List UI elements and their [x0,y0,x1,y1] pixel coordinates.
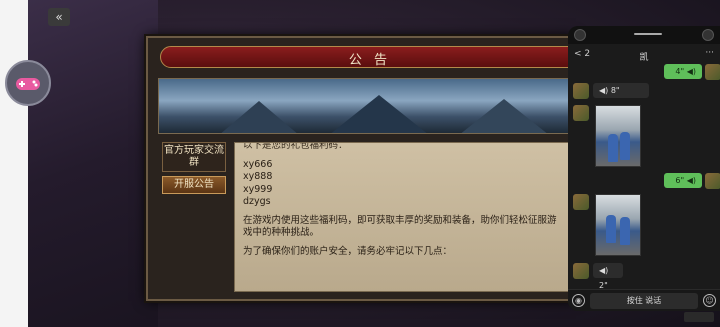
gift-codes: xy666 xy888 xy999 dzygs [243,159,565,209]
gift-code: xy666 [243,158,273,170]
gift-code: xy888 [243,171,273,182]
game-screen: « 公 告 官方玩家交流群 开服公告 以下是您的礼包福利码： xy666 xy8… [0,0,720,327]
dialog-header: 公 告 [160,46,580,68]
corner-badge [684,312,714,322]
avatar [573,83,589,99]
hold-to-talk-button[interactable]: 按住 说话 [590,293,698,309]
avatar [573,105,589,121]
window-button-icon[interactable] [574,29,586,41]
gift-code: xy999 [243,183,273,195]
chat-input-bar: ◉ 按住 说话 ☺ [568,289,720,311]
drag-handle[interactable] [634,33,662,35]
announcement-content: 以下是您的礼包福利码： xy666 xy888 xy999 dzygs 在游戏内… [234,142,574,292]
emoji-icon[interactable]: ☺ [703,294,716,307]
voice-icon[interactable]: ◉ [572,294,585,307]
contact-name: 凯 [639,53,649,63]
tab-player-group[interactable]: 官方玩家交流群 [162,142,226,172]
avatar [573,194,589,210]
photo-message[interactable] [595,105,641,167]
avatar [573,263,589,279]
announcement-dialog: 公 告 官方玩家交流群 开服公告 以下是您的礼包福利码： xy666 xy888… [146,36,580,301]
dialog-title: 公 告 [348,53,392,68]
voice-message-out[interactable]: 4" ◀) [664,64,702,79]
content-paragraph: 为了确保你们的账户安全，请务必牢记以下几点： [243,245,453,257]
content-paragraph: 在游戏内使用这些福利码，即可获取丰厚的奖励和装备，助你们轻松征服游戏中的种种挑战… [243,214,557,239]
voice-message-in[interactable]: ◀) 2" [593,263,623,290]
avatar [705,64,720,80]
voice-message-out[interactable]: 6" ◀) [664,173,702,188]
announcement-side-menu: 官方玩家交流群 开服公告 [162,142,228,198]
chat-window-controls [568,26,720,44]
tab-server-announcement[interactable]: 开服公告 [162,176,226,194]
announcement-banner-image [158,78,578,134]
gift-code: dzygs [243,196,271,207]
chat-header: < 2 凯 ··· [568,44,720,66]
avatar [705,173,720,189]
close-icon[interactable] [702,29,714,41]
chat-overlay: < 2 凯 ··· 4" ◀) ◀) 8" 6" ◀) ◀) 2" ◉ 按住 说… [568,26,720,311]
left-edge-bar [0,0,28,327]
back-arrow-icon[interactable]: « [48,8,70,26]
content-cut-line: 以下是您的礼包福利码： [243,142,348,151]
photo-message[interactable] [595,194,641,256]
game-background-art [28,0,158,327]
gamepad-icon[interactable] [5,60,51,106]
voice-message-in[interactable]: ◀) 8" [593,83,649,98]
more-icon[interactable]: ··· [705,48,714,58]
